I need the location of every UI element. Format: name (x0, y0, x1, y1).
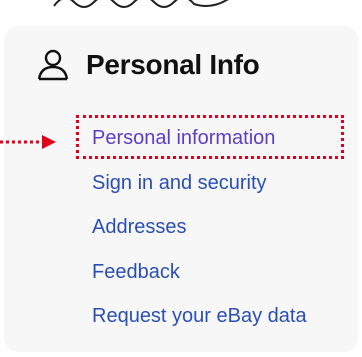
section-header: Personal Info (36, 48, 260, 82)
highlight-annotation-box (76, 115, 344, 159)
section-title: Personal Info (86, 49, 260, 80)
menu-item-request-ebay-data[interactable]: Request your eBay data (92, 304, 307, 328)
person-outline-icon (36, 48, 70, 82)
pointer-arrow-icon (0, 135, 56, 149)
menu-item-sign-in-and-security[interactable]: Sign in and security (92, 171, 267, 195)
cropped-decoration (53, 0, 229, 8)
menu-item-feedback[interactable]: Feedback (92, 260, 180, 284)
page: Personal Info Personal information Sign … (0, 0, 362, 357)
menu-item-addresses[interactable]: Addresses (92, 215, 187, 239)
